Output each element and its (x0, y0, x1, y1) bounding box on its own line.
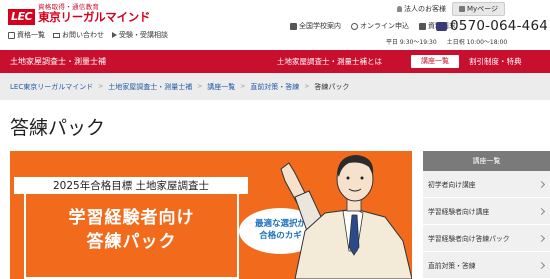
link-qualifications[interactable]: 資格一覧 (8, 30, 45, 40)
about-link[interactable]: 土地家屋調査士・測量士補とは (277, 56, 382, 67)
promo-banner[interactable]: 2025年合格目標 土地家屋調査士 学習経験者向け 答練パック 最適な選択が 合… (10, 151, 412, 279)
breadcrumb-item[interactable]: 直前対策・答練 (250, 82, 299, 92)
chevron-right-icon: > (197, 83, 203, 90)
corporate-link[interactable]: 法人のお客様 (397, 4, 446, 14)
page-title: 答練パック (10, 117, 106, 139)
link-consultation[interactable]: 受験・受講相談 (112, 30, 168, 40)
category-title[interactable]: 土地家屋調査士・測量士補 (10, 56, 106, 67)
phone-number[interactable]: 0570-064-464 (436, 18, 548, 34)
link-online-apply[interactable]: オンライン申込 (351, 21, 409, 31)
link-schools[interactable]: 全国学校案内 (290, 21, 341, 31)
course-sidebar: 講座一覧 初学者向け講座 学習経験者向け講座 学習経験者向け答練パック 直前対策… (423, 151, 550, 279)
sidebar-item-experienced-pack[interactable]: 学習経験者向け答練パック (423, 225, 550, 252)
site-header: 資格取得・通信教育 LEC 東京リーガルマインド 資格一覧 お問い合わせ 受験・… (0, 0, 550, 50)
header-top-right: 法人のお客様 Myページ (397, 2, 506, 16)
breadcrumb-item[interactable]: 講座一覧 (207, 82, 235, 92)
logo-text: 東京リーガルマインド (38, 10, 151, 24)
banner-target-year: 2025年合格目標 土地家屋調査士 (14, 177, 248, 194)
chevron-right-icon: > (98, 83, 104, 90)
instructor-illustration (280, 155, 412, 279)
breadcrumb-item[interactable]: LEC東京リーガルマインド (10, 82, 93, 92)
globe-icon (351, 22, 358, 30)
building-icon (290, 22, 297, 30)
document-icon (419, 22, 426, 30)
banner-headline: 学習経験者向け (68, 208, 195, 228)
mypage-button[interactable]: Myページ (452, 2, 506, 16)
chevron-right-icon: > (240, 83, 246, 90)
chevron-right-icon: > (304, 83, 310, 90)
sidebar-item-final-prep[interactable]: 直前対策・答練 (423, 252, 550, 279)
lock-icon (459, 6, 465, 12)
breadcrumb-current: 答練パック (314, 82, 350, 91)
sidebar-heading: 講座一覧 (423, 151, 550, 171)
site-logo[interactable]: LEC 東京リーガルマインド (8, 9, 150, 25)
phone-icon (436, 21, 447, 31)
header-util-links: 全国学校案内 オンライン申込 資料請求 (290, 21, 456, 31)
sidebar-item-beginner[interactable]: 初学者向け講座 (423, 171, 550, 198)
link-contact[interactable]: お問い合わせ (53, 30, 104, 40)
business-hours: 平日 9:30〜19:30 土日祝 10:00〜18:00 (386, 39, 508, 46)
breadcrumb: LEC東京リーガルマインド > 土地家屋調査士・測量士補 > 講座一覧 > 直前… (0, 73, 550, 100)
mail-icon (53, 32, 60, 38)
breadcrumb-item[interactable]: 土地家屋調査士・測量士補 (108, 82, 192, 92)
play-icon (112, 32, 117, 38)
sidebar-item-experienced[interactable]: 学習経験者向け講座 (423, 198, 550, 225)
discount-link[interactable]: 割引制度・特典 (469, 56, 522, 67)
list-icon (8, 31, 15, 39)
category-nav: 土地家屋調査士・測量士補 土地家屋調査士・測量士補とは 講座一覧 割引制度・特典 (0, 50, 550, 73)
logo-mark: LEC (8, 9, 36, 25)
course-list-button[interactable]: 講座一覧 (411, 55, 459, 68)
header-sub-links: 資格一覧 お問い合わせ 受験・受講相談 (8, 30, 168, 40)
person-icon (397, 6, 402, 12)
banner-product-name: 答練パック (86, 232, 177, 252)
